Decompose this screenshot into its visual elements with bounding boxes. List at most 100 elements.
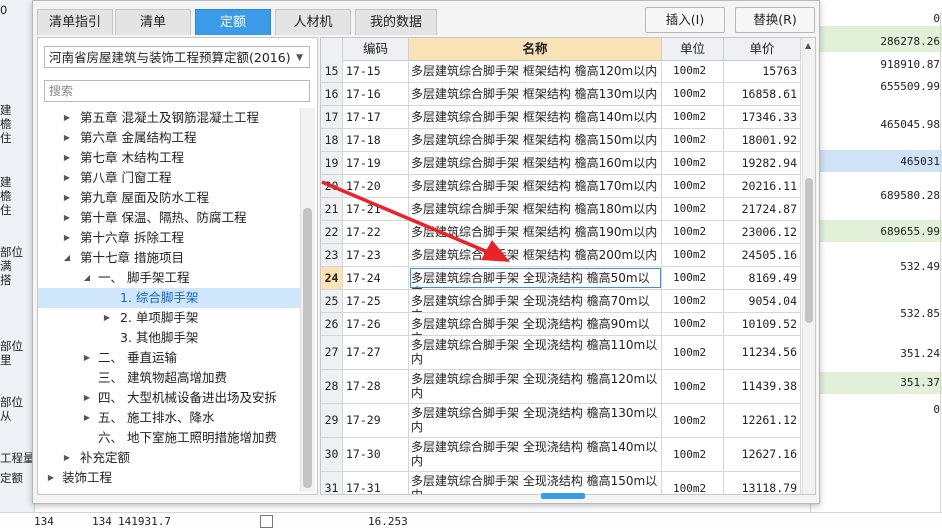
bg-left-text: 檐 (0, 190, 12, 203)
tree-node[interactable]: ▶ 五、 施工排水、降水 (38, 408, 300, 428)
tree-node[interactable]: ▶ 补充定额 (38, 448, 300, 468)
table-row[interactable]: 16 17-16 多层建筑综合脚手架 框架结构 檐高130m以内 100m2 16858… (321, 83, 801, 106)
expand-arrow-icon[interactable]: ▶ (62, 148, 72, 168)
table-row[interactable]: 21 17-21 多层建筑综合脚手架 框架结构 檐高180m以内 100m2 21724… (321, 198, 801, 221)
collapse-arrow-icon[interactable]: ◢ (82, 268, 92, 288)
tree-node[interactable]: ▶ 第十六章 拆除工程 (38, 228, 300, 248)
scrollbar-thumb[interactable] (805, 178, 813, 323)
expand-arrow-icon[interactable]: ▶ (102, 308, 112, 328)
table-row[interactable]: 19 17-19 多层建筑综合脚手架 框架结构 檐高160m以内 100m2 19282… (321, 152, 801, 175)
tree-node[interactable]: ▶ 第六章 金属结构工程 (38, 128, 300, 148)
collapse-arrow-icon[interactable]: ◢ (62, 248, 72, 268)
tree-node[interactable]: 3. 其他脚手架 (38, 328, 300, 348)
bg-left-text: 檐 (0, 118, 12, 131)
bg-left-text: 里 (0, 354, 12, 367)
table-row[interactable]: 30 17-30 多层建筑综合脚手架 全现浇结构 檐高140m以内 100m2 1262… (321, 438, 801, 472)
table-row[interactable]: 29 17-29 多层建筑综合脚手架 全现浇结构 檐高130m以内 100m2 1226… (321, 404, 801, 438)
tree-node[interactable]: 三、 建筑物超高增加费 (38, 368, 300, 388)
replace-button[interactable]: 替换(R) (735, 7, 815, 33)
tab-list-guide[interactable]: 清单指引 (37, 9, 113, 35)
bg-bottom-cell: 134 (34, 515, 54, 528)
table-row[interactable]: 17 17-17 多层建筑综合脚手架 框架结构 檐高140m以内 100m2 17346… (321, 106, 801, 129)
expand-arrow-icon[interactable]: ▶ (62, 128, 72, 148)
header-rownum (321, 38, 343, 60)
bg-left-text: 从 (0, 410, 12, 423)
tree-node[interactable]: ▶ 四、 大型机械设备进出场及安拆 (38, 388, 300, 408)
bg-left-text: 住 (0, 204, 12, 217)
expand-arrow-icon[interactable]: ▶ (62, 188, 72, 208)
expand-arrow-icon[interactable]: ▶ (62, 448, 72, 468)
insert-button[interactable]: 插入(I) (645, 7, 725, 33)
quota-tree-panel: 河南省房屋建筑与装饰工程预算定额(2016) ▼ ▶第五章 混凝土及钢筋混凝土工… (37, 37, 318, 495)
quota-set-value: 河南省房屋建筑与装饰工程预算定额(2016) (49, 50, 291, 65)
bg-left-text: 建 (0, 104, 12, 117)
tree-node[interactable]: ◢ 第十七章 措施项目 (38, 248, 300, 268)
bg-left-text: 部位 (0, 246, 23, 259)
table-row[interactable]: 23 17-23 多层建筑综合脚手架 框架结构 檐高200m以内 100m2 24505… (321, 244, 801, 267)
expand-arrow-icon[interactable]: ▶ (62, 208, 72, 228)
bg-bottom-cell: 141931.7 (118, 515, 171, 528)
tree-node[interactable]: ▶ 二、 垂直运输 (38, 348, 300, 368)
table-row[interactable]: 27 17-27 多层建筑综合脚手架 全现浇结构 檐高110m以内 100m2 1123… (321, 336, 801, 370)
bg-left-text: 建 (0, 176, 12, 189)
tree-node[interactable]: ◢ 一、 脚手架工程 (38, 268, 300, 288)
chapter-tree: ▶ 第五章 混凝土及钢筋混凝土工程 ▶ 第六章 金属结构工程 ▶ 第七章 木结构工程 … (38, 108, 300, 490)
search-input[interactable] (44, 80, 310, 102)
chevron-up-icon[interactable]: ▲ (805, 41, 811, 50)
tab-bill[interactable]: 清单 (115, 9, 191, 35)
bg-left-text: 搭 (0, 274, 12, 287)
tab-quota[interactable]: 定额 (195, 9, 271, 35)
table-row-current[interactable]: 2417-24多层建筑综合脚手架 全现浇结构 檐高50m以内100m28169.… (321, 267, 801, 290)
bg-left-text: 部位 (0, 396, 23, 409)
tree-node[interactable]: ▶ 第十章 保温、隔热、防腐工程 (38, 208, 300, 228)
header-unit[interactable]: 单位 (662, 38, 724, 60)
tree-node[interactable]: ▶ 装饰工程 (38, 468, 300, 488)
bg-left-text: 定额 (0, 472, 23, 485)
table-row[interactable]: 2617-26多层建筑综合脚手架 全现浇结构 檐高90m以内100m210109… (321, 313, 801, 336)
bg-value: 0 (933, 403, 941, 515)
chevron-down-icon: ▼ (296, 53, 303, 63)
tab-labor-material-machine[interactable]: 人材机 (275, 9, 351, 35)
table-row[interactable]: 22 17-22 多层建筑综合脚手架 框架结构 檐高190m以内 100m2 23006… (321, 221, 801, 244)
table-header: 编码 名称 单位 单价 (321, 38, 801, 61)
tree-node[interactable]: ▶ 2. 单项脚手架 (38, 308, 300, 328)
tree-node[interactable]: ▶ 第九章 屋面及防水工程 (38, 188, 300, 208)
bg-left-text: 0 (0, 4, 8, 17)
tree-node[interactable]: ▶ 第七章 木结构工程 (38, 148, 300, 168)
expand-arrow-icon[interactable]: ▶ (62, 228, 72, 248)
scrollbar-thumb[interactable] (303, 208, 312, 488)
table-scrollbar[interactable]: ▲ (802, 38, 815, 494)
quota-table: 编码 名称 单位 单价 15 17-15 多层建筑综合脚手架 框架结构 檐高120m… (320, 37, 816, 495)
bg-left-text: 满 (0, 260, 12, 273)
tab-my-data[interactable]: 我的数据 (355, 9, 437, 35)
tree-scrollbar[interactable] (300, 108, 315, 492)
quota-query-dialog: 清单指引 清单 定额 人材机 我的数据 插入(I) 替换(R) 河南省房屋建筑与… (32, 0, 820, 504)
bg-bottom-cell: 16.253 (368, 515, 408, 528)
tree-node[interactable]: ▶ 第八章 门窗工程 (38, 168, 300, 188)
table-row[interactable]: 31 17-31 多层建筑综合脚手架 全现浇结构 檐高150m以内 100m2 1311… (321, 472, 801, 494)
background-bottom-row: 134 134 141931.7 16.253 (0, 512, 942, 529)
tree-node[interactable]: 六、 地下室施工照明措施增加费 (38, 428, 300, 448)
background-left-column: 0 建 檐 住 建 檐 住 部位 满 搭 部位 里 部位 从 工程量 定额 (0, 0, 35, 515)
splitter-handle[interactable] (541, 493, 585, 499)
expand-arrow-icon[interactable]: ▶ (62, 108, 72, 128)
table-row[interactable]: 15 17-15 多层建筑综合脚手架 框架结构 檐高120m以内 100m2 15763 (321, 60, 801, 83)
tree-node-selected[interactable]: 1. 综合脚手架 (38, 288, 300, 308)
bg-bottom-cell: 134 (92, 515, 112, 528)
tree-node[interactable]: ▶ 第五章 混凝土及钢筋混凝土工程 (38, 108, 300, 128)
table-row[interactable]: 20 17-20 多层建筑综合脚手架 框架结构 檐高170m以内 100m2 20216… (321, 175, 801, 198)
table-row[interactable]: 28 17-28 多层建筑综合脚手架 全现浇结构 檐高120m以内 100m2 1143… (321, 370, 801, 404)
expand-arrow-icon[interactable]: ▶ (82, 408, 92, 428)
table-row[interactable]: 18 17-18 多层建筑综合脚手架 框架结构 檐高150m以内 100m2 18001… (321, 129, 801, 152)
table-row[interactable]: 2517-25多层建筑综合脚手架 全现浇结构 檐高70m以内100m29054.… (321, 290, 801, 313)
expand-arrow-icon[interactable]: ▶ (46, 468, 56, 488)
header-price[interactable]: 单价 (724, 38, 801, 60)
expand-arrow-icon[interactable]: ▶ (82, 388, 92, 408)
expand-arrow-icon[interactable]: ▶ (82, 348, 92, 368)
expand-arrow-icon[interactable]: ▶ (62, 168, 72, 188)
header-name[interactable]: 名称 (409, 38, 662, 60)
bg-left-text: 工程量 (0, 452, 34, 465)
bg-checkbox[interactable] (260, 515, 273, 528)
quota-set-select[interactable]: 河南省房屋建筑与装饰工程预算定额(2016) ▼ (44, 46, 310, 68)
header-code[interactable]: 编码 (343, 38, 409, 60)
